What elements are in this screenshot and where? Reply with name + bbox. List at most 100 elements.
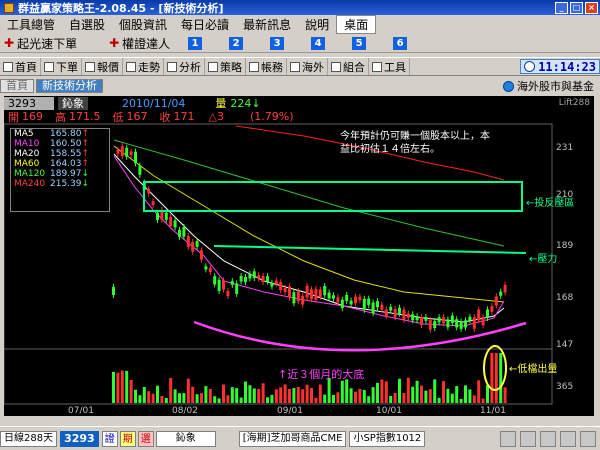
volume-bar (490, 353, 494, 403)
menu-daily[interactable]: 每日必讀 (174, 16, 236, 33)
candle (481, 317, 485, 326)
maximize-button[interactable]: □ (570, 1, 583, 14)
tb-account[interactable]: 帳務 (246, 58, 287, 75)
trend-icon (126, 61, 136, 72)
ma-legend: MA5 165.80 ↑ MA10 160.50 ↑ MA20 158.55 ↑ MA60 1… (10, 128, 110, 212)
volume-bar (450, 393, 454, 403)
legend-ma5: MA5 165.80 ↑ (11, 129, 109, 139)
candle (371, 302, 375, 314)
menu-watchlist[interactable]: 自選股 (62, 16, 112, 33)
tb-overseas[interactable]: 海外 (287, 58, 328, 75)
candle (340, 299, 344, 309)
forecast-note-line1: 今年預計仍可賺一個股本以上，本 (340, 131, 490, 142)
candle (116, 150, 120, 154)
volume-bar (420, 385, 423, 403)
legend-ma5-arrow: ↑ (81, 129, 90, 139)
tb-home[interactable]: 首頁 (0, 58, 41, 75)
candle (354, 296, 357, 304)
plus-icon[interactable] (500, 430, 516, 447)
clock-time: 11:14:23 (538, 59, 596, 74)
volume-bar (191, 386, 195, 403)
volume-bar (244, 381, 247, 403)
volume-bar (112, 371, 115, 403)
legend-ma60-arrow: ↑ (81, 159, 90, 169)
btn-stock[interactable]: 證 (101, 430, 118, 447)
menu-tools[interactable]: 工具總管 (0, 16, 62, 33)
candle (380, 304, 384, 310)
btn-futures[interactable]: 期 (119, 430, 136, 447)
menu-desktop[interactable]: 桌面 (336, 15, 377, 34)
volume-bar (142, 386, 146, 403)
candle (310, 289, 313, 300)
period-select[interactable]: 日線288天 (0, 430, 58, 447)
bottom-name: 鈊象 (155, 430, 216, 447)
num-tab-2[interactable]: 2 (229, 36, 244, 50)
bottom-quote2[interactable]: 小SP指數1012 (349, 430, 426, 447)
volume-shrink-label: ←低檔出量 (509, 364, 558, 375)
pressure-line (213, 245, 527, 254)
overseas-fund-link[interactable]: 海外股市與基金 (503, 78, 594, 94)
volume-bar (459, 398, 463, 403)
menu-stock-info[interactable]: 個股資訊 (112, 16, 174, 33)
volume-bar (279, 387, 283, 403)
date-tick-1001: 10/01 (376, 406, 402, 416)
candle (270, 282, 274, 287)
num-tab-3[interactable]: 3 (270, 36, 285, 50)
app-icon (4, 2, 14, 13)
legend-ma240: MA240 215.39 ↓ (11, 179, 109, 189)
tb-strategy-label: 策略 (220, 60, 242, 74)
tb-combo[interactable]: 組合 (328, 58, 369, 75)
quick-bar: ✚ 起光速下單 ✚ 權證達人 1 2 3 4 5 6 (0, 34, 600, 53)
candle (433, 321, 437, 329)
minimize-button[interactable]: _ (555, 1, 568, 14)
volume-bar (160, 396, 164, 403)
menu-news[interactable]: 最新訊息 (236, 16, 298, 33)
chart-panel[interactable]: 3293 鈊象 2010/11/04 量 224 ↓ Lift288 開 169… (4, 96, 594, 416)
tb-home-label: 首頁 (15, 60, 37, 74)
volume-bar (239, 397, 243, 403)
volume-bar (182, 393, 186, 403)
num-tab-5[interactable]: 5 (352, 36, 367, 50)
candle (358, 296, 362, 301)
print-icon[interactable] (560, 430, 576, 447)
candle (147, 189, 151, 194)
tb-analysis[interactable]: 分析 (164, 58, 205, 75)
num-tab-4[interactable]: 4 (311, 36, 326, 50)
num-tab-6[interactable]: 6 (393, 36, 408, 50)
num-tab-1[interactable]: 1 (188, 36, 203, 50)
fast-order-link[interactable]: ✚ 起光速下單 (0, 35, 81, 52)
candle (428, 319, 432, 330)
exit-icon[interactable] (580, 430, 596, 447)
bottom-quote1[interactable]: [海期]芝加哥商品CME (238, 430, 347, 447)
volume-bar (200, 393, 203, 403)
volume-bar (318, 384, 322, 403)
tb-tools[interactable]: 工具 (369, 58, 410, 75)
tab-row: 首頁 新技術分析 海外股市與基金 (0, 78, 600, 94)
btn-options[interactable]: 選 (137, 430, 154, 447)
tab-tech-analysis[interactable]: 新技術分析 (36, 79, 103, 93)
candle (367, 298, 371, 306)
volume-bar (340, 380, 344, 403)
ma20-line (113, 153, 505, 323)
resistance-box (143, 181, 523, 212)
menu-help[interactable]: 說明 (298, 16, 336, 33)
volume-bar (235, 388, 239, 403)
tab-home[interactable]: 首頁 (0, 79, 34, 93)
volume-bar (217, 398, 221, 403)
tb-trend[interactable]: 走勢 (123, 58, 164, 75)
candle (472, 317, 476, 329)
settings-icon[interactable] (540, 430, 556, 447)
candle (279, 282, 283, 291)
warrant-link[interactable]: ✚ 權證達人 (105, 35, 174, 52)
tb-analysis-label: 分析 (179, 60, 201, 74)
bottom-code[interactable]: 3293 (60, 430, 99, 447)
tb-quote[interactable]: 報價 (82, 58, 123, 75)
candle (318, 289, 322, 297)
menu-bar: 工具總管 自選股 個股資訊 每日必讀 最新訊息 說明 桌面 (0, 15, 600, 34)
candle (398, 307, 401, 314)
candle (134, 151, 137, 164)
wrench-icon[interactable] (520, 430, 536, 447)
tb-order[interactable]: 下單 (41, 58, 82, 75)
close-button[interactable]: × (585, 1, 598, 14)
tb-strategy[interactable]: 策略 (205, 58, 246, 75)
